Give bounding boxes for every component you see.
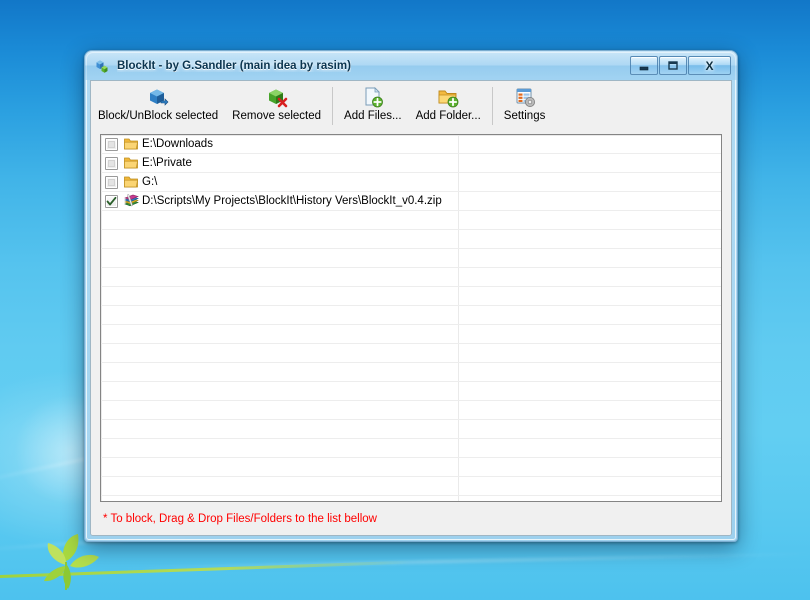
table-row-empty[interactable] — [101, 363, 721, 382]
folder-icon — [123, 155, 139, 171]
archive-zip-icon — [123, 193, 139, 209]
row-checkbox[interactable] — [105, 175, 118, 189]
table-row[interactable]: G:\ — [101, 173, 721, 192]
blocks-icon — [96, 60, 108, 73]
folder-add-icon — [437, 85, 459, 109]
document-add-icon — [362, 85, 384, 109]
table-row-empty[interactable] — [101, 344, 721, 363]
row-path-label: G:\ — [142, 176, 158, 188]
folder-icon — [123, 174, 139, 190]
wallpaper-plant-stem — [0, 560, 410, 579]
close-icon: X — [705, 58, 714, 73]
tool-label: Block/UnBlock selected — [98, 110, 219, 122]
row-checkbox[interactable] — [105, 137, 118, 151]
toolbar: Block/UnBlock selected Remove selected A… — [91, 81, 731, 133]
hint-bar: * To block, Drag & Drop Files/Folders to… — [91, 502, 731, 535]
window-title: BlockIt - by G.Sandler (main idea by ras… — [117, 59, 351, 72]
client-area: Block/UnBlock selected Remove selected A… — [90, 80, 732, 536]
table-row-empty[interactable] — [101, 420, 721, 439]
blocked-items-list[interactable]: E:\Downloads E:\Private G:\ D:\Scripts\My P… — [100, 134, 722, 502]
remove-selected-button[interactable]: Remove selected — [225, 83, 328, 122]
table-row[interactable]: D:\Scripts\My Projects\BlockIt\History V… — [101, 192, 721, 211]
desktop-background: BlockIt - by G.Sandler (main idea by ras… — [0, 0, 810, 600]
list-rows-container: E:\Downloads E:\Private G:\ D:\Scripts\My P… — [101, 135, 721, 501]
row-path-label: E:\Downloads — [142, 138, 213, 150]
close-button[interactable]: X — [688, 56, 731, 75]
toolbar-separator — [491, 87, 493, 125]
table-row-empty[interactable] — [101, 287, 721, 306]
minimize-button[interactable] — [630, 56, 658, 75]
table-row-empty[interactable] — [101, 230, 721, 249]
application-window: BlockIt - by G.Sandler (main idea by ras… — [84, 50, 738, 542]
add-folder-button[interactable]: Add Folder... — [409, 83, 488, 122]
block-unblock-selected-button[interactable]: Block/UnBlock selected — [91, 83, 225, 122]
wallpaper-light-streak — [120, 552, 810, 570]
green-box-delete-icon — [266, 85, 288, 109]
minimize-icon — [639, 66, 649, 70]
folder-icon — [123, 136, 139, 152]
title-bar[interactable]: BlockIt - by G.Sandler (main idea by ras… — [85, 51, 737, 80]
drag-drop-hint-text: * To block, Drag & Drop Files/Folders to… — [103, 512, 377, 525]
row-checkbox-checked[interactable] — [105, 194, 118, 208]
table-row-empty[interactable] — [101, 401, 721, 420]
table-row[interactable]: E:\Private — [101, 154, 721, 173]
settings-button[interactable]: Settings — [497, 83, 553, 122]
table-row-empty[interactable] — [101, 306, 721, 325]
tool-label: Remove selected — [232, 110, 322, 122]
settings-list-gear-icon — [514, 85, 536, 109]
tool-label: Add Files... — [344, 110, 402, 122]
table-row-empty[interactable] — [101, 211, 721, 230]
row-path-label: D:\Scripts\My Projects\BlockIt\History V… — [142, 195, 442, 207]
table-row-empty[interactable] — [101, 477, 721, 496]
table-row-empty[interactable] — [101, 325, 721, 344]
toolbar-separator — [332, 87, 334, 125]
caption-button-group: X — [630, 56, 731, 75]
table-row-empty[interactable] — [101, 382, 721, 401]
table-row-empty[interactable] — [101, 249, 721, 268]
table-row[interactable]: E:\Downloads — [101, 135, 721, 154]
row-path-label: E:\Private — [142, 157, 192, 169]
table-row-empty[interactable] — [101, 268, 721, 287]
add-files-button[interactable]: Add Files... — [337, 83, 409, 122]
tool-label: Add Folder... — [415, 110, 481, 122]
tool-label: Settings — [503, 110, 546, 122]
maximize-icon — [668, 61, 678, 70]
table-row-empty[interactable] — [101, 439, 721, 458]
blue-box-icon — [147, 85, 169, 109]
maximize-button[interactable] — [659, 56, 687, 75]
table-row-empty[interactable] — [101, 458, 721, 477]
row-checkbox[interactable] — [105, 156, 118, 170]
